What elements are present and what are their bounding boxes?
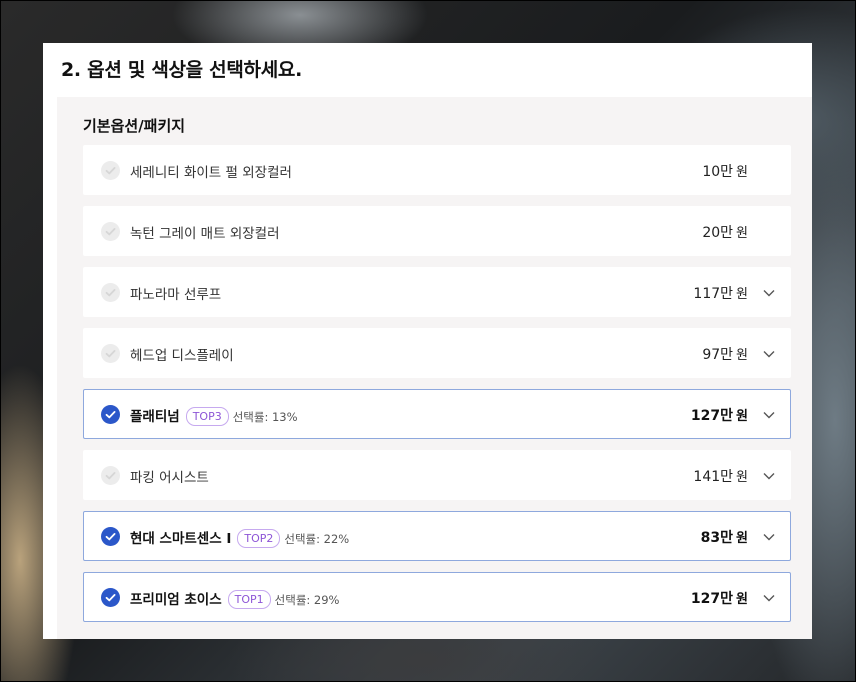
option-row[interactable]: 파노라마 선루프 117만 원 — [83, 267, 791, 317]
check-circle-icon[interactable] — [101, 283, 120, 302]
basic-options-section: 기본옵션/패키지 세레니티 화이트 펄 외장컬러 10만 원 녹턴 그레이 매트 … — [57, 97, 812, 639]
chevron-down-icon[interactable] — [762, 285, 776, 299]
option-row-selected[interactable]: 플래티넘 TOP3 선택률: 13% 127만 원 — [83, 389, 791, 439]
option-name: 프리미엄 초이스 TOP1 선택률: 29% — [130, 590, 340, 609]
check-circle-icon[interactable] — [101, 344, 120, 363]
chevron-down-icon[interactable] — [762, 529, 776, 543]
option-price: 127만 원 — [690, 591, 748, 607]
selection-rate: 선택률: 22% — [284, 532, 350, 546]
option-name: 현대 스마트센스 Ⅰ TOP2 선택률: 22% — [130, 529, 350, 548]
option-price: 20만 원 — [702, 225, 748, 241]
option-name: 파노라마 선루프 — [130, 287, 222, 303]
option-price: 141만 원 — [693, 469, 748, 485]
option-name: 파킹 어시스트 — [130, 470, 209, 486]
check-circle-icon[interactable] — [101, 222, 120, 241]
rank-badge: TOP1 — [227, 590, 271, 609]
option-price: 97만 원 — [702, 347, 748, 363]
chevron-down-icon[interactable] — [762, 407, 776, 421]
rank-badge: TOP2 — [237, 529, 281, 548]
check-circle-icon[interactable] — [101, 527, 120, 546]
chevron-down-icon[interactable] — [762, 346, 776, 360]
option-row[interactable]: 헤드업 디스플레이 97만 원 — [83, 328, 791, 378]
rank-badge: TOP3 — [185, 407, 229, 426]
options-panel: 2. 옵션 및 색상을 선택하세요. 기본옵션/패키지 세레니티 화이트 펄 외… — [43, 43, 812, 639]
option-row[interactable]: 세레니티 화이트 펄 외장컬러 10만 원 — [83, 145, 791, 195]
chevron-down-icon[interactable] — [762, 590, 776, 604]
option-row[interactable]: 녹턴 그레이 매트 외장컬러 20만 원 — [83, 206, 791, 256]
option-name: 플래티넘 TOP3 선택률: 13% — [130, 407, 298, 426]
option-row[interactable]: 파킹 어시스트 141만 원 — [83, 450, 791, 500]
chevron-down-icon[interactable] — [762, 468, 776, 482]
check-circle-icon[interactable] — [101, 405, 120, 424]
option-price: 10만 원 — [702, 164, 748, 180]
option-price: 127만 원 — [690, 408, 748, 424]
option-price: 83만 원 — [700, 530, 748, 546]
option-price: 117만 원 — [693, 286, 748, 302]
panel-title: 2. 옵션 및 색상을 선택하세요. — [61, 59, 302, 81]
option-row-selected[interactable]: 현대 스마트센스 Ⅰ TOP2 선택률: 22% 83만 원 — [83, 511, 791, 561]
option-row-selected[interactable]: 프리미엄 초이스 TOP1 선택률: 29% 127만 원 — [83, 572, 791, 622]
option-name: 세레니티 화이트 펄 외장컬러 — [130, 165, 292, 181]
section-title: 기본옵션/패키지 — [83, 117, 186, 135]
check-circle-icon[interactable] — [101, 588, 120, 607]
selection-rate: 선택률: 13% — [232, 410, 298, 424]
selection-rate: 선택률: 29% — [274, 593, 340, 607]
check-circle-icon[interactable] — [101, 161, 120, 180]
check-circle-icon[interactable] — [101, 466, 120, 485]
option-name: 헤드업 디스플레이 — [130, 348, 234, 364]
option-name: 녹턴 그레이 매트 외장컬러 — [130, 226, 280, 242]
